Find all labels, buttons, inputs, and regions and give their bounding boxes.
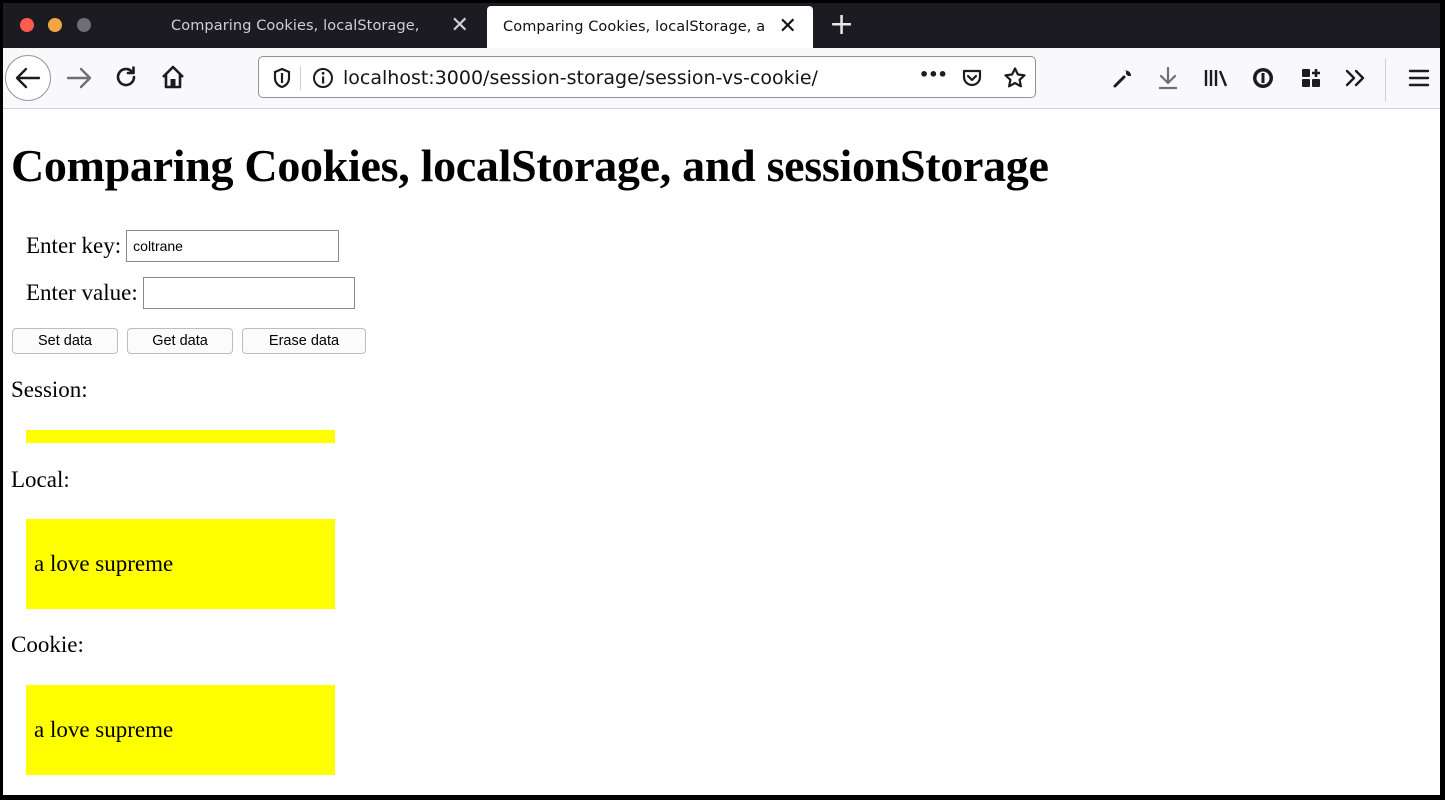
- key-row: Enter key:: [26, 230, 340, 262]
- browser-window: Comparing Cookies, localStorage, ✕ Compa…: [3, 3, 1440, 795]
- tab-title: Comparing Cookies, localStorage,: [171, 17, 420, 34]
- containers-icon[interactable]: [1297, 64, 1325, 92]
- key-label: Enter key:: [26, 233, 122, 258]
- window-maximize-button[interactable]: [77, 18, 91, 32]
- back-arrow-icon[interactable]: [5, 55, 51, 101]
- forward-arrow-icon[interactable]: [63, 63, 95, 93]
- tracking-shield-icon[interactable]: [271, 66, 293, 90]
- new-tab-icon[interactable]: +: [829, 7, 854, 43]
- session-output: [26, 430, 335, 443]
- close-tab-icon[interactable]: ✕: [778, 16, 797, 38]
- get-data-button[interactable]: Get data: [127, 328, 233, 354]
- tab-title: Comparing Cookies, localStorage, a: [503, 19, 766, 35]
- download-icon[interactable]: [1154, 64, 1182, 92]
- erase-data-button[interactable]: Erase data: [242, 328, 366, 354]
- extension-icon[interactable]: [1249, 64, 1277, 92]
- site-info-icon[interactable]: [311, 66, 335, 90]
- key-input[interactable]: [126, 230, 340, 262]
- set-data-button[interactable]: Set data: [12, 328, 118, 354]
- session-label: Session:: [11, 377, 88, 402]
- cookie-label: Cookie:: [11, 632, 84, 657]
- home-icon[interactable]: [157, 62, 189, 92]
- overflow-chevrons-icon[interactable]: [1341, 64, 1369, 92]
- value-label: Enter value:: [26, 280, 138, 305]
- page-title: Comparing Cookies, localStorage, and ses…: [11, 140, 1049, 191]
- bookmark-star-icon[interactable]: [1001, 64, 1029, 92]
- hamburger-menu-icon[interactable]: [1405, 64, 1433, 92]
- value-row: Enter value:: [26, 277, 355, 309]
- window-close-button[interactable]: [20, 18, 34, 32]
- local-label: Local:: [11, 467, 70, 492]
- library-icon[interactable]: [1201, 64, 1231, 92]
- close-tab-icon[interactable]: ✕: [450, 14, 469, 37]
- cookie-output: a love supreme: [26, 685, 335, 775]
- url-text[interactable]: localhost:3000/session-storage/session-v…: [343, 67, 818, 89]
- action-buttons: Set data Get data Erase data: [12, 328, 375, 354]
- page-actions-more-icon[interactable]: •••: [919, 65, 948, 84]
- window-minimize-button[interactable]: [48, 18, 62, 32]
- toolbar-divider: [1385, 58, 1386, 102]
- tab-inactive[interactable]: Comparing Cookies, localStorage, ✕: [155, 3, 485, 48]
- tab-active[interactable]: Comparing Cookies, localStorage, a ✕: [487, 6, 813, 48]
- address-bar[interactable]: localhost:3000/session-storage/session-v…: [258, 56, 1036, 98]
- local-output: a love supreme: [26, 519, 335, 609]
- navigation-toolbar: localhost:3000/session-storage/session-v…: [3, 48, 1440, 109]
- page-content: Comparing Cookies, localStorage, and ses…: [3, 109, 1440, 795]
- tab-strip: Comparing Cookies, localStorage, ✕ Compa…: [3, 3, 1440, 48]
- wrench-icon[interactable]: [1109, 64, 1137, 92]
- address-bar-divider: [300, 66, 301, 90]
- reload-icon[interactable]: [111, 62, 141, 92]
- pocket-icon[interactable]: [959, 65, 985, 91]
- value-input[interactable]: [142, 277, 355, 309]
